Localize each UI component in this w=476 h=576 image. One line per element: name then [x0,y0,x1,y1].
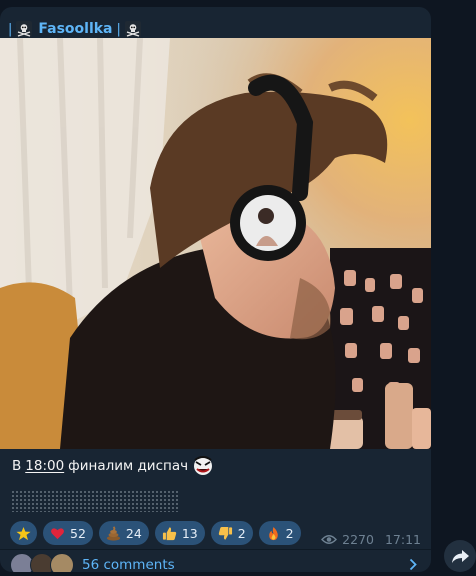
comments-bar[interactable]: 56 comments [0,550,431,572]
thumbs-up-icon [162,526,176,540]
reaction-count: 2 [285,525,294,541]
caption-time-link[interactable]: 18:00 [25,458,64,474]
reaction-star[interactable] [10,521,37,545]
channel-name[interactable]: Fasoollka [38,21,112,37]
reaction-thumbs-up[interactable]: 13 [154,521,205,545]
reaction-thumbs-down[interactable]: 2 [210,521,253,545]
reaction-fire[interactable]: 2 [258,521,301,545]
chevron-right-icon [409,558,417,571]
comments-count-link[interactable]: 56 comments [82,557,175,572]
post-photo[interactable] [0,38,431,449]
pirate-flag-icon [124,21,141,37]
caption-prefix: В [12,458,22,474]
custom-emoji-icon [194,456,213,475]
fire-icon [268,526,278,540]
views-count: 2270 [342,532,374,547]
avatar [50,553,74,572]
poop-icon [106,525,120,541]
reactions-bar: 52 24 13 2 2 [10,521,301,545]
spoiler-text[interactable] [11,490,179,512]
star-icon [16,526,31,540]
reaction-count: 2 [237,525,246,541]
post-time: 17:11 [384,532,421,547]
reaction-poop[interactable]: 24 [98,521,149,545]
commenter-avatars [10,553,80,572]
photo-illustration [0,38,431,449]
caption-text: финалим диспач [68,458,189,474]
thumbs-down-icon [218,526,232,540]
views-eye-icon [321,535,338,544]
post-meta: 2270 17:11 [321,532,421,547]
reaction-count: 52 [70,525,86,541]
reaction-count: 24 [125,525,142,541]
post-caption: В 18:00 финалим диспач [12,456,214,476]
heart-icon [51,527,64,539]
reaction-count: 13 [181,525,198,541]
share-arrow-icon [452,550,469,563]
channel-name-sep-left: | [8,21,13,37]
message-bubble: | Fasoollka | В 18:00 финалим диспач 52 … [0,7,431,572]
pirate-flag-icon [16,21,33,37]
share-button[interactable] [444,540,476,572]
reaction-heart[interactable]: 52 [43,521,93,545]
channel-name-sep-right: | [116,21,121,37]
